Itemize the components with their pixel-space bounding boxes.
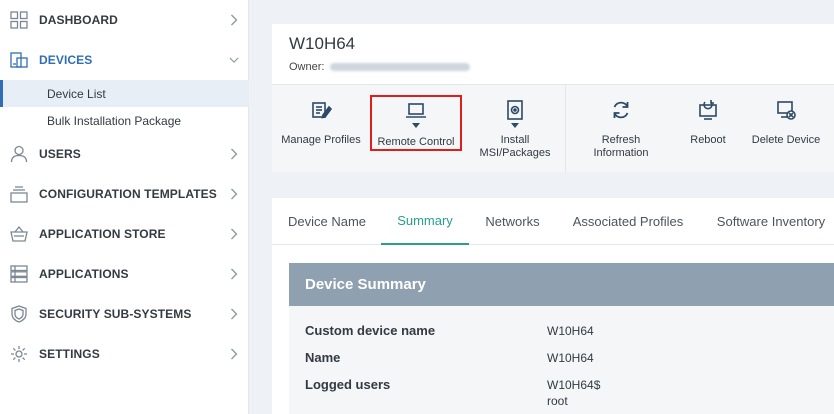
tab-software-inventory[interactable]: Software Inventory	[708, 198, 834, 245]
summary-key-custom-device-name: Custom device name	[305, 323, 436, 338]
delete-device-button[interactable]: Delete Device	[748, 85, 824, 173]
sidebar-item-settings[interactable]: SETTINGS	[0, 334, 249, 374]
gear-icon	[9, 344, 29, 364]
sidebar-item-label: DASHBOARD	[39, 13, 118, 27]
device-summary-body: Custom device name W10H64 Name W10H64 Lo…	[289, 306, 834, 414]
delete-device-icon	[775, 99, 797, 121]
dropdown-caret-icon	[511, 123, 519, 128]
layers-icon	[9, 184, 29, 204]
sidebar-item-configuration-templates[interactable]: CONFIGURATION TEMPLATES	[0, 174, 249, 214]
sidebar-subitem-bulk-installation-package[interactable]: Bulk Installation Package	[0, 107, 249, 134]
chevron-right-icon	[229, 148, 239, 160]
reboot-button[interactable]: Reboot	[672, 85, 744, 173]
device-tabs: Device Name Summary Networks Associated …	[272, 198, 834, 245]
device-toolbar: Manage Profiles Remote Control Install M…	[272, 84, 834, 173]
chevron-right-icon	[229, 188, 239, 200]
chevron-right-icon	[229, 348, 239, 360]
sidebar-item-label: APPLICATION STORE	[39, 227, 166, 241]
device-details-card: Device Name Summary Networks Associated …	[272, 198, 834, 414]
shield-icon	[9, 304, 29, 324]
apps-icon	[9, 264, 29, 284]
install-msi-packages-button[interactable]: Install MSI/Packages	[470, 85, 560, 173]
sidebar: DASHBOARD DEVICES Device List Bulk Insta…	[0, 0, 249, 414]
reboot-icon	[697, 99, 719, 121]
chevron-right-icon	[229, 308, 239, 320]
sidebar-item-label: CONFIGURATION TEMPLATES	[39, 187, 217, 201]
sidebar-item-applications[interactable]: APPLICATIONS	[0, 254, 249, 294]
chevron-right-icon	[229, 14, 239, 26]
sidebar-item-devices[interactable]: DEVICES	[0, 40, 249, 80]
device-summary-header: Device Summary	[289, 263, 834, 306]
grid-icon	[9, 10, 29, 30]
refresh-information-button[interactable]: Refresh Information	[576, 85, 666, 173]
devices-icon	[9, 50, 29, 70]
tab-device-name[interactable]: Device Name	[280, 198, 374, 245]
sidebar-item-label: USERS	[39, 147, 81, 161]
toolbar-label: Reboot	[690, 134, 726, 146]
chevron-right-icon	[229, 228, 239, 240]
sidebar-item-application-store[interactable]: APPLICATION STORE	[0, 214, 249, 254]
owner-label: Owner:	[289, 61, 325, 73]
device-header-card: W10H64 Owner: Manage Profiles Remote Con…	[272, 24, 834, 173]
sidebar-subitem-device-list[interactable]: Device List	[0, 80, 249, 107]
chevron-right-icon	[229, 268, 239, 280]
tab-networks[interactable]: Networks	[475, 198, 550, 245]
install-package-icon	[504, 99, 526, 121]
sidebar-subitem-label: Bulk Installation Package	[47, 113, 182, 128]
highlight-annotation	[370, 95, 462, 151]
basket-icon	[9, 224, 29, 244]
sidebar-item-label: APPLICATIONS	[39, 267, 129, 281]
summary-value-logged-users: W10H64$ root	[547, 378, 601, 408]
chevron-down-icon	[229, 55, 239, 65]
summary-key-logged-users: Logged users	[305, 377, 391, 392]
summary-value-name: W10H64	[547, 351, 594, 365]
toolbar-label: Refresh Information	[593, 134, 649, 159]
tab-summary[interactable]: Summary	[381, 198, 469, 245]
device-summary-title: Device Summary	[305, 276, 426, 293]
tab-associated-profiles[interactable]: Associated Profiles	[562, 198, 694, 245]
sidebar-item-label: SETTINGS	[39, 347, 100, 361]
owner-email-redacted	[330, 63, 471, 71]
user-icon	[9, 144, 29, 164]
device-title: W10H64	[289, 34, 356, 53]
sidebar-item-label: DEVICES	[39, 53, 93, 67]
manage-profiles-button[interactable]: Manage Profiles	[276, 85, 366, 173]
sidebar-item-label: SECURITY SUB-SYSTEMS	[39, 307, 192, 321]
toolbar-label: Manage Profiles	[281, 134, 361, 146]
sidebar-item-security-sub-systems[interactable]: SECURITY SUB-SYSTEMS	[0, 294, 249, 334]
owner-row: Owner:	[289, 61, 471, 73]
toolbar-label: Install MSI/Packages	[479, 134, 551, 159]
summary-value-custom-device-name: W10H64	[547, 324, 594, 338]
sidebar-item-users[interactable]: USERS	[0, 134, 249, 174]
summary-key-name: Name	[305, 350, 341, 365]
toolbar-label: Delete Device	[751, 134, 821, 146]
sidebar-subitem-label: Device List	[47, 86, 106, 101]
refresh-icon	[610, 99, 632, 121]
toolbar-divider	[565, 85, 566, 173]
manage-profiles-icon	[310, 99, 332, 121]
sidebar-item-dashboard[interactable]: DASHBOARD	[0, 0, 249, 40]
